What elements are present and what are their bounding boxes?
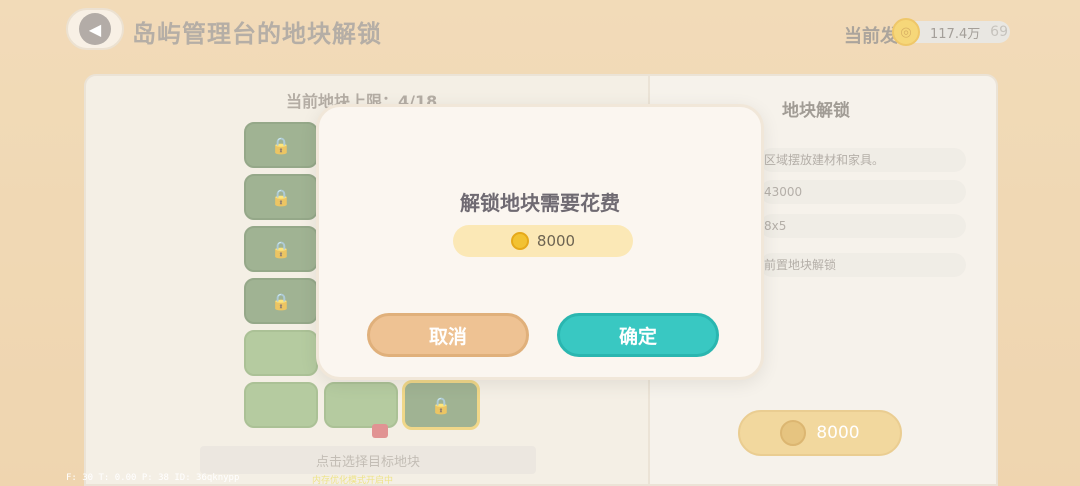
coin-icon <box>510 232 529 250</box>
unlock-dialog: 解锁地块需要花费 8000 取消 确定 <box>316 104 764 380</box>
confirm-button[interactable]: 确定 <box>557 313 719 357</box>
cost-pill: 8000 <box>453 225 633 257</box>
cost-value: 8000 <box>536 232 576 250</box>
cancel-button[interactable]: 取消 <box>367 313 529 357</box>
dialog-title: 解锁地块需要花费 <box>460 191 620 215</box>
